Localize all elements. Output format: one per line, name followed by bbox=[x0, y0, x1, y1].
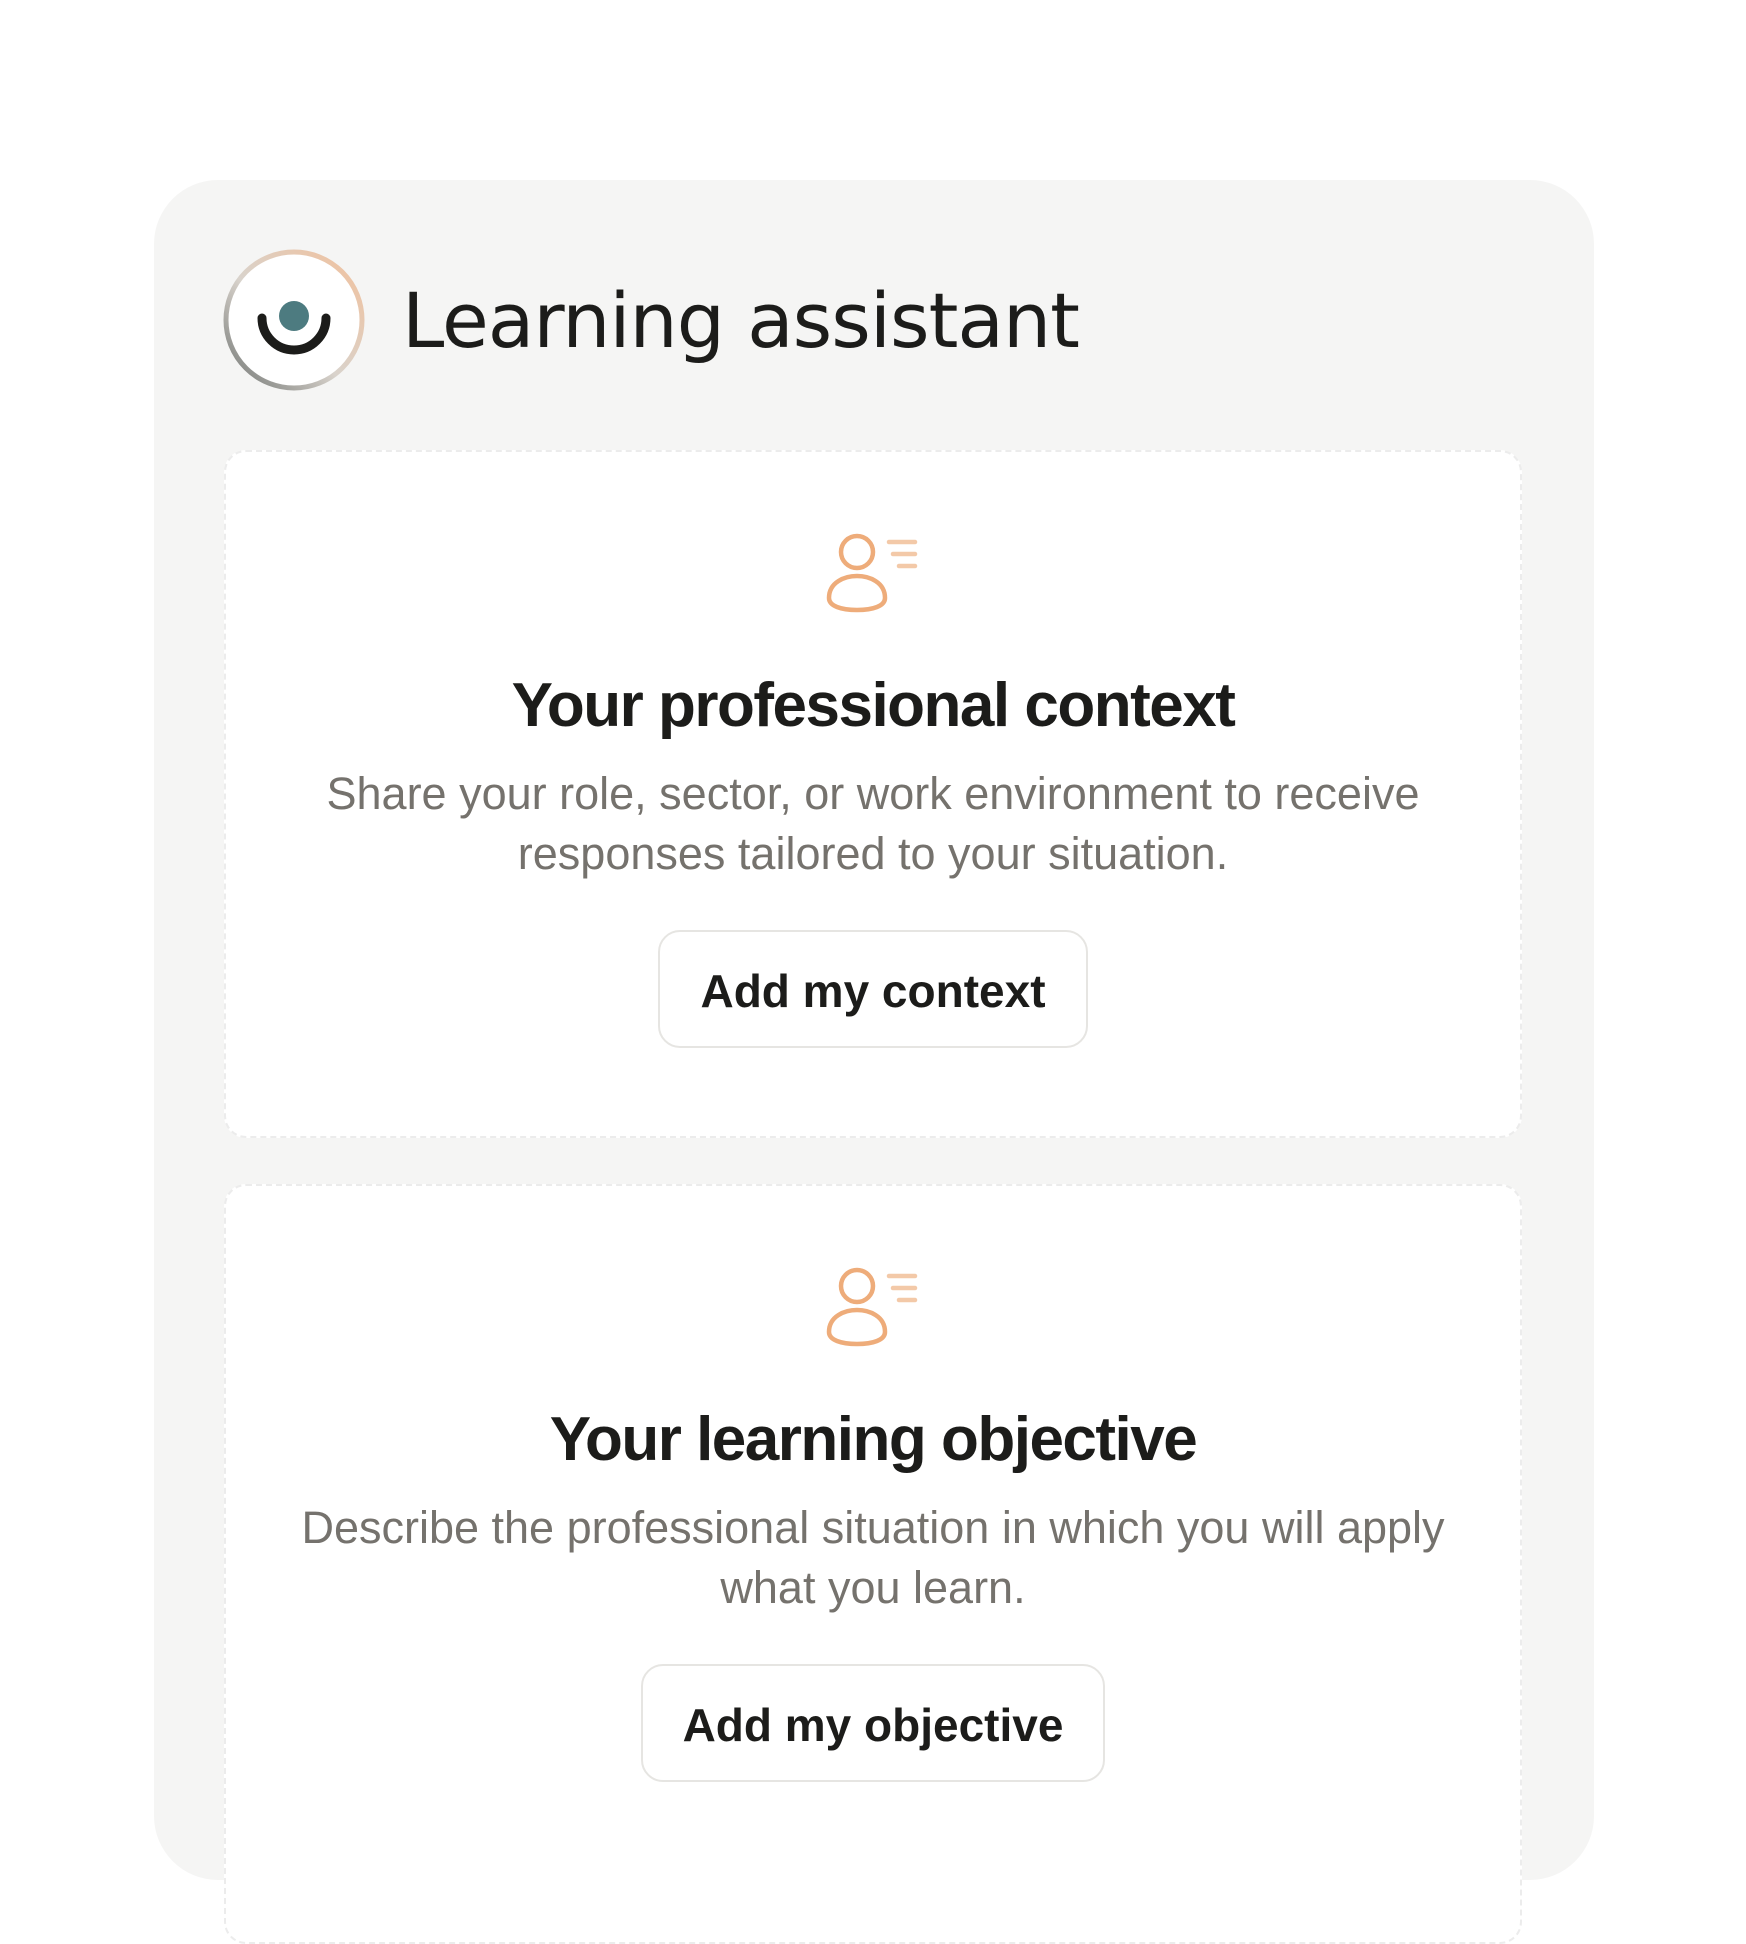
professional-context-card: Your professional context Share your rol… bbox=[224, 450, 1522, 1138]
add-context-button[interactable]: Add my context bbox=[658, 930, 1088, 1048]
card-title: Your learning objective bbox=[549, 1405, 1198, 1474]
user-profile-icon bbox=[826, 533, 918, 613]
card-description: Share your role, sector, or work environ… bbox=[326, 768, 1420, 879]
learning-assistant-panel: Learning assistant Your professional con… bbox=[154, 180, 1594, 1944]
assistant-header: Learning assistant bbox=[222, 248, 1080, 392]
smile-eye-icon bbox=[222, 248, 366, 392]
learning-objective-card: Your learning objective Describe the pro… bbox=[224, 1184, 1522, 1944]
user-profile-icon bbox=[826, 1267, 918, 1347]
page-title: Learning assistant bbox=[402, 275, 1080, 365]
add-objective-button[interactable]: Add my objective bbox=[640, 1664, 1106, 1782]
card-description: Describe the professional situation in w… bbox=[301, 1502, 1445, 1613]
card-title: Your professional context bbox=[511, 671, 1236, 740]
